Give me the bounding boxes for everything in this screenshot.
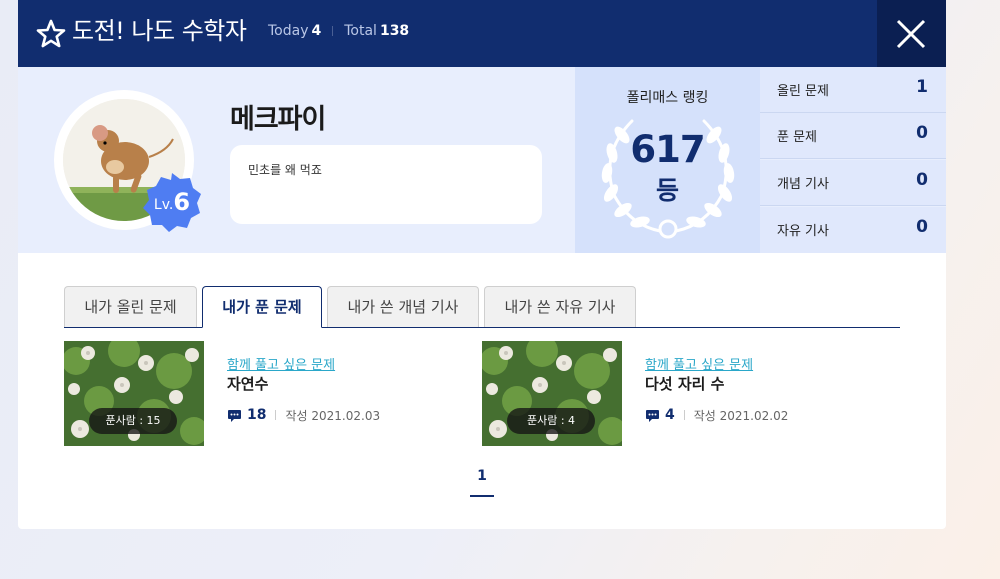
close-button[interactable] [877, 0, 946, 67]
current-page-indicator [470, 495, 494, 497]
bio-text: 민초를 왜 먹죠 [248, 163, 322, 177]
ranking-panel: 폴리매스 랭킹 617 등 [575, 67, 760, 253]
ranking-value: 617 [630, 128, 705, 171]
comment-count: 18 [247, 407, 267, 423]
problem-date: 작성 2021.02.03 [285, 408, 381, 423]
problem-category-link[interactable]: 함께 풀고 싶은 문제 [645, 354, 753, 373]
nickname: 메크파이 [230, 104, 326, 135]
bio-box: 민초를 왜 먹죠 [230, 145, 542, 224]
tab-bar: 내가 올린 문제 내가 푼 문제 내가 쓴 개념 기사 내가 쓴 자유 기사 [64, 286, 900, 328]
counter-divider [332, 26, 334, 36]
visit-counter: Today 4 Total 138 [268, 21, 409, 41]
pagination-page-1[interactable]: 1 [470, 465, 494, 497]
profile-modal: 도전! 나도 수학자 Today 4 Total 138 Lv. 6 메크파이 … [18, 0, 946, 529]
stat-label: 자유 기사 [777, 224, 829, 239]
comment-icon [228, 409, 241, 422]
ranking-unit: 등 [655, 176, 679, 205]
problem-category-link[interactable]: 함께 풀고 싶은 문제 [227, 354, 335, 373]
level-text: Lv. 6 [141, 171, 203, 233]
stat-label: 푼 문제 [777, 130, 818, 145]
solver-count-badge: 푼사람 : 15 [89, 408, 177, 434]
level-number: 6 [173, 188, 191, 216]
stat-row-uploaded: 올린 문제 1 [760, 67, 946, 113]
stat-row-concept: 개념 기사 0 [760, 160, 946, 206]
stat-row-solved: 푼 문제 0 [760, 113, 946, 159]
solver-count-badge: 푼사람 : 4 [507, 408, 595, 434]
tab-concept-articles[interactable]: 내가 쓴 개념 기사 [327, 286, 479, 327]
problem-meta: 18 작성 2021.02.03 [227, 405, 380, 425]
page-title: 도전! 나도 수학자 [72, 17, 247, 45]
today-label: Today [268, 23, 309, 39]
star-icon [36, 19, 66, 48]
tab-uploaded-problems[interactable]: 내가 올린 문제 [64, 286, 197, 327]
comment-count: 4 [665, 407, 675, 423]
meta-divider [683, 410, 685, 420]
problem-title[interactable]: 자연수 [227, 373, 268, 394]
meta-divider [275, 410, 277, 420]
problem-title[interactable]: 다섯 자리 수 [645, 373, 724, 394]
stat-value: 0 [916, 170, 928, 190]
total-label: Total [344, 23, 377, 39]
stat-value: 0 [916, 123, 928, 143]
page-number: 1 [477, 468, 487, 484]
problem-thumbnail[interactable]: 푼사람 : 4 [482, 341, 622, 446]
problem-card[interactable]: 푼사람 : 4 함께 풀고 싶은 문제 다섯 자리 수 4 작성 2021.02… [482, 341, 882, 446]
level-prefix: Lv. [153, 197, 174, 213]
stats-panel: 올린 문제 1 푼 문제 0 개념 기사 0 자유 기사 0 [760, 67, 946, 253]
stat-value: 0 [916, 217, 928, 237]
today-value: 4 [311, 23, 322, 39]
problem-card[interactable]: 푼사람 : 15 함께 풀고 싶은 문제 자연수 18 작성 2021.02.0… [64, 341, 464, 446]
profile-section: Lv. 6 메크파이 민초를 왜 먹죠 폴리매스 랭킹 617 등 올린 문제 … [18, 67, 946, 253]
close-icon [896, 19, 926, 49]
problem-meta: 4 작성 2021.02.02 [645, 405, 788, 425]
problem-date: 작성 2021.02.02 [693, 408, 789, 423]
stat-label: 올린 문제 [777, 84, 829, 99]
total-value: 138 [379, 23, 410, 39]
stat-label: 개념 기사 [777, 177, 829, 192]
stat-value: 1 [916, 77, 928, 97]
tab-solved-problems[interactable]: 내가 푼 문제 [202, 286, 322, 328]
modal-header: 도전! 나도 수학자 Today 4 Total 138 [18, 0, 946, 67]
stat-row-free: 자유 기사 0 [760, 207, 946, 253]
comment-icon [646, 409, 659, 422]
ranking-label: 폴리매스 랭킹 [626, 90, 709, 106]
problem-thumbnail[interactable]: 푼사람 : 15 [64, 341, 204, 446]
tab-free-articles[interactable]: 내가 쓴 자유 기사 [484, 286, 636, 327]
